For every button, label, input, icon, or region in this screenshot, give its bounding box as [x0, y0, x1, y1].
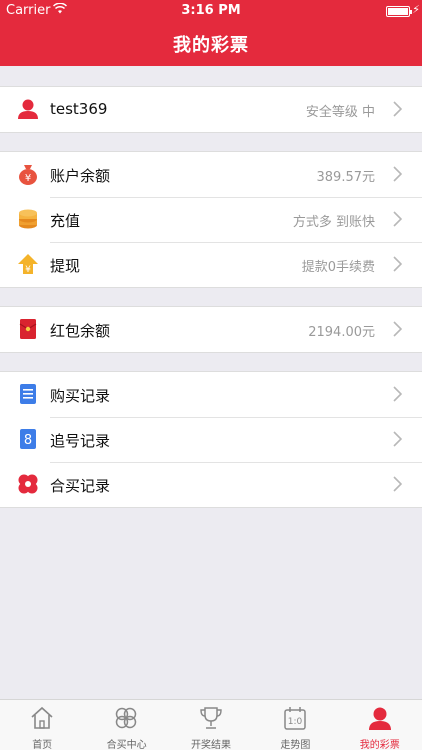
tab-label: 我的彩票 [359, 740, 400, 750]
page-title: 我的彩票 [173, 35, 249, 56]
trend-chart-icon: 1:0 [284, 707, 306, 730]
balance-value: 389.57元 [316, 170, 376, 185]
tab-home[interactable]: 首页 [0, 700, 84, 750]
redpacket-label: 红包余额 [50, 322, 111, 340]
group-buy-icon [116, 707, 137, 729]
user-group: test369 安全等级 中 [0, 86, 422, 133]
status-time: 3:16 PM [181, 3, 241, 18]
tab-label: 合买中心 [106, 740, 147, 750]
group-buy-record-icon [17, 473, 39, 495]
chevron-right-icon [393, 386, 402, 402]
redpacket-group: 红包余额 2194.00元 [0, 306, 422, 353]
tab-label: 开奖结果 [190, 740, 231, 750]
recharge-row[interactable]: 充值 方式多 到账快 [0, 197, 422, 242]
chase-record-label: 追号记录 [50, 432, 111, 450]
account-group: ¥ 账户余额 389.57元 充值 方式多 到账快 ¥ 提现 提款0手续费 [0, 151, 422, 288]
user-name: test369 [50, 100, 108, 118]
purchase-record-label: 购买记录 [50, 387, 111, 405]
user-row[interactable]: test369 安全等级 中 [0, 87, 422, 132]
tab-group-buy[interactable]: 合买中心 [84, 700, 168, 750]
chase-record-icon: 8 [17, 428, 39, 450]
redpacket-value: 2194.00元 [308, 325, 375, 340]
coins-icon [17, 208, 39, 230]
red-envelope-icon [17, 318, 39, 340]
balance-row[interactable]: ¥ 账户余额 389.57元 [0, 152, 422, 197]
chevron-right-icon [393, 101, 402, 117]
tab-trend[interactable]: 1:0 走势图 [253, 700, 337, 750]
svg-text:¥: ¥ [25, 265, 31, 275]
user-avatar-icon [17, 98, 39, 120]
home-icon [31, 706, 53, 729]
battery-icon [386, 6, 412, 17]
status-bar: Carrier 3:16 PM ⚡ [0, 0, 422, 22]
tab-my-lottery[interactable]: 我的彩票 [338, 700, 422, 750]
balance-label: 账户余额 [50, 167, 111, 185]
chase-record-row[interactable]: 8 追号记录 [0, 417, 422, 462]
svg-text:1:0: 1:0 [288, 717, 303, 727]
tab-label: 走势图 [280, 740, 311, 750]
chevron-right-icon [393, 476, 402, 492]
purchase-record-row[interactable]: 购买记录 [0, 372, 422, 417]
svg-text:¥: ¥ [25, 173, 31, 184]
redpacket-row[interactable]: 红包余额 2194.00元 [0, 307, 422, 352]
tab-bar: 首页 合买中心 开奖结果 1:0 走势图 我的彩票 [0, 699, 422, 750]
withdraw-value: 提款0手续费 [301, 260, 375, 275]
chevron-right-icon [393, 321, 402, 337]
withdraw-label: 提现 [50, 257, 81, 275]
chevron-right-icon [393, 256, 402, 272]
money-bag-icon: ¥ [17, 163, 39, 185]
group-buy-record-row[interactable]: 合买记录 [0, 462, 422, 507]
header: Carrier 3:16 PM ⚡ 我的彩票 [0, 0, 422, 66]
group-buy-record-label: 合买记录 [50, 477, 111, 495]
user-icon [368, 707, 391, 730]
security-level: 安全等级 中 [305, 105, 375, 120]
withdraw-icon: ¥ [17, 253, 39, 275]
chevron-right-icon [393, 211, 402, 227]
chevron-right-icon [393, 431, 402, 447]
records-group: 购买记录 8 追号记录 合买记录 [0, 371, 422, 508]
purchase-record-icon [17, 383, 39, 405]
withdraw-row[interactable]: ¥ 提现 提款0手续费 [0, 242, 422, 287]
charging-icon: ⚡ [412, 3, 420, 16]
trophy-icon [200, 707, 222, 729]
chevron-right-icon [393, 166, 402, 182]
recharge-label: 充值 [50, 212, 81, 230]
tab-label: 首页 [32, 740, 53, 750]
recharge-value: 方式多 到账快 [292, 215, 375, 230]
tab-results[interactable]: 开奖结果 [169, 700, 253, 750]
svg-text:8: 8 [24, 433, 32, 448]
